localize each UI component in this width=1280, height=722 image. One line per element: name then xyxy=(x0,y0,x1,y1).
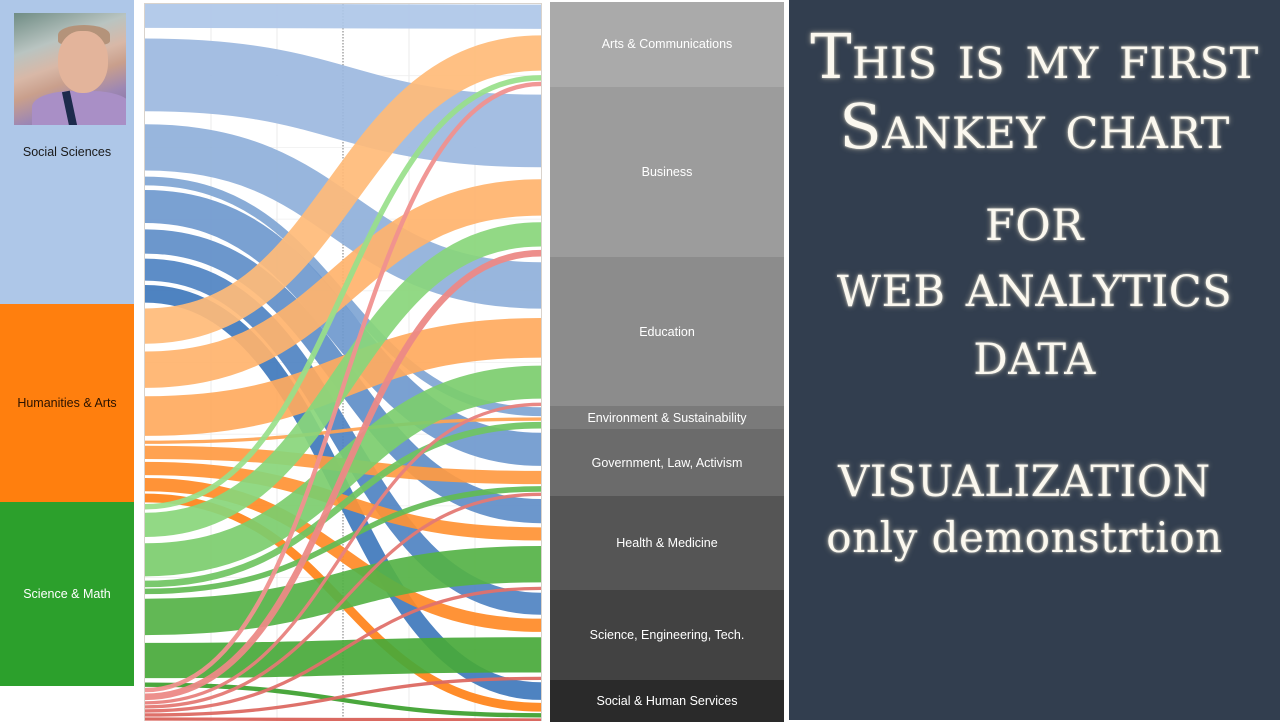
title-line-5: data xyxy=(973,316,1096,389)
avatar xyxy=(14,13,126,125)
target-label: Science, Engineering, Tech. xyxy=(589,628,745,643)
source-node-science-math[interactable]: Science & Math xyxy=(0,502,134,687)
sankey-link-science-math-to-science-engineering-tech[interactable] xyxy=(145,637,541,679)
source-label: Science & Math xyxy=(23,587,111,602)
source-node-humanities-arts[interactable]: Humanities & Arts xyxy=(0,303,134,503)
target-label: Arts & Communications xyxy=(601,37,733,52)
title-line-4: web analytics xyxy=(836,248,1233,321)
title-line-3: for xyxy=(985,182,1084,255)
title-line-6: visualization xyxy=(838,438,1211,511)
source-label: Social Sciences xyxy=(22,144,112,159)
target-label: Education xyxy=(639,324,695,339)
target-node-health-medicine[interactable]: Health & Medicine xyxy=(550,496,784,591)
sankey-flows xyxy=(145,4,541,721)
source-label: Humanities & Arts xyxy=(17,395,117,410)
source-nodes: Social Sciences Humanities & Arts Scienc… xyxy=(0,0,134,720)
avatar-shirt xyxy=(32,91,126,125)
title-line-1: This is my first xyxy=(810,20,1259,93)
target-label: Business xyxy=(641,164,693,179)
target-node-government-law-activism[interactable]: Government, Law, Activism xyxy=(550,429,784,497)
target-node-science-engineering-tech[interactable]: Science, Engineering, Tech. xyxy=(550,590,784,681)
target-label: Government, Law, Activism xyxy=(591,455,743,470)
target-node-environment-sustainability[interactable]: Environment & Sustainability xyxy=(550,406,784,430)
target-label: Social & Human Services xyxy=(596,694,738,709)
sankey-flow-area xyxy=(144,3,542,721)
target-label: Health & Medicine xyxy=(616,536,718,551)
target-node-business[interactable]: Business xyxy=(550,86,784,258)
target-node-arts-communications[interactable]: Arts & Communications xyxy=(550,2,784,87)
avatar-face xyxy=(58,31,108,93)
title-line-2: Sankey chart xyxy=(839,90,1230,163)
target-node-social-human-services[interactable]: Social & Human Services xyxy=(550,680,784,722)
sankey-link-social-sciences-to-arts-communications[interactable] xyxy=(145,4,541,29)
title-panel: This is my first Sankey chart for web an… xyxy=(789,0,1280,720)
target-node-education[interactable]: Education xyxy=(550,257,784,407)
target-nodes: Arts & Communications Business Education En… xyxy=(550,2,784,722)
subtitle-line: only demonstrtion xyxy=(826,513,1223,562)
target-label: Environment & Sustainability xyxy=(587,410,747,425)
